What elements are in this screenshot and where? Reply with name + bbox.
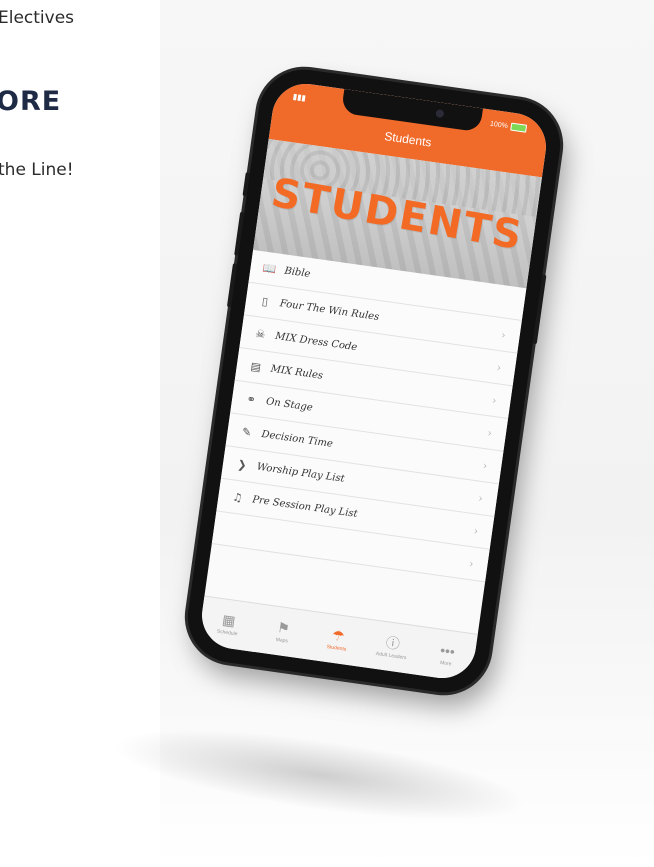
tab-schedule[interactable]: ▦ Schedule: [198, 596, 259, 651]
tab-label: Adult Leaders: [375, 650, 407, 662]
tab-label: Maps: [275, 636, 289, 645]
chevron-right-icon: ›: [486, 425, 493, 440]
menu-item-label: Four The Win Rules: [279, 297, 380, 323]
scroll-icon: ✎: [241, 424, 253, 439]
rss-icon: ❯: [236, 457, 248, 472]
chevron-right-icon: ›: [500, 327, 507, 342]
chevron-right-icon: ›: [495, 360, 503, 374]
tab-label: Students: [326, 644, 347, 653]
line-text: the Line!: [0, 160, 74, 180]
chevron-right-icon: ›: [491, 393, 498, 407]
shirt-icon: ☂: [330, 626, 346, 645]
menu-item-label: Pre Session Play List: [251, 493, 359, 520]
camera-icon: [435, 109, 445, 119]
chevron-right-icon: ›: [477, 491, 484, 505]
menu-item-label: MIX Rules: [269, 363, 324, 382]
microphone-icon: ⚭: [245, 392, 257, 407]
page-heading: ORE: [0, 86, 62, 117]
menu-item-label: On Stage: [265, 395, 314, 414]
tab-label: Schedule: [216, 628, 238, 638]
tab-label: More: [439, 659, 452, 668]
map-icon: ⚑: [276, 619, 291, 637]
calendar-icon: ▦: [221, 611, 237, 629]
tab-adult-leaders[interactable]: ⓘ Adult Leaders: [362, 620, 423, 675]
music-icon: ♫: [231, 490, 244, 505]
menu-item-label: MIX Dress Code: [274, 330, 358, 353]
chevron-right-icon: ›: [482, 458, 489, 473]
more-icon: •••: [439, 641, 456, 660]
electives-text: Electives: [0, 8, 75, 28]
menu-item-label: Worship Play List: [256, 461, 346, 485]
document-icon: ▯: [261, 294, 269, 308]
chevron-right-icon: ›: [472, 523, 480, 538]
menu-list: 📖 Bible ▯ Four The Win Rules › ☠ MIX Dre…: [211, 249, 527, 583]
tab-students[interactable]: ☂ Students: [307, 612, 368, 667]
menu-item-label: Bible: [283, 265, 312, 280]
tab-more[interactable]: ••• More: [416, 627, 477, 682]
list-icon: ▤: [249, 359, 262, 374]
chevron-right-icon: ›: [468, 556, 475, 571]
menu-item-label: Decision Time: [260, 428, 334, 450]
book-icon: 📖: [261, 260, 278, 276]
tab-maps[interactable]: ⚑ Maps: [252, 604, 313, 659]
shirt-icon: ☠: [254, 326, 267, 341]
info-icon: ⓘ: [384, 634, 401, 653]
